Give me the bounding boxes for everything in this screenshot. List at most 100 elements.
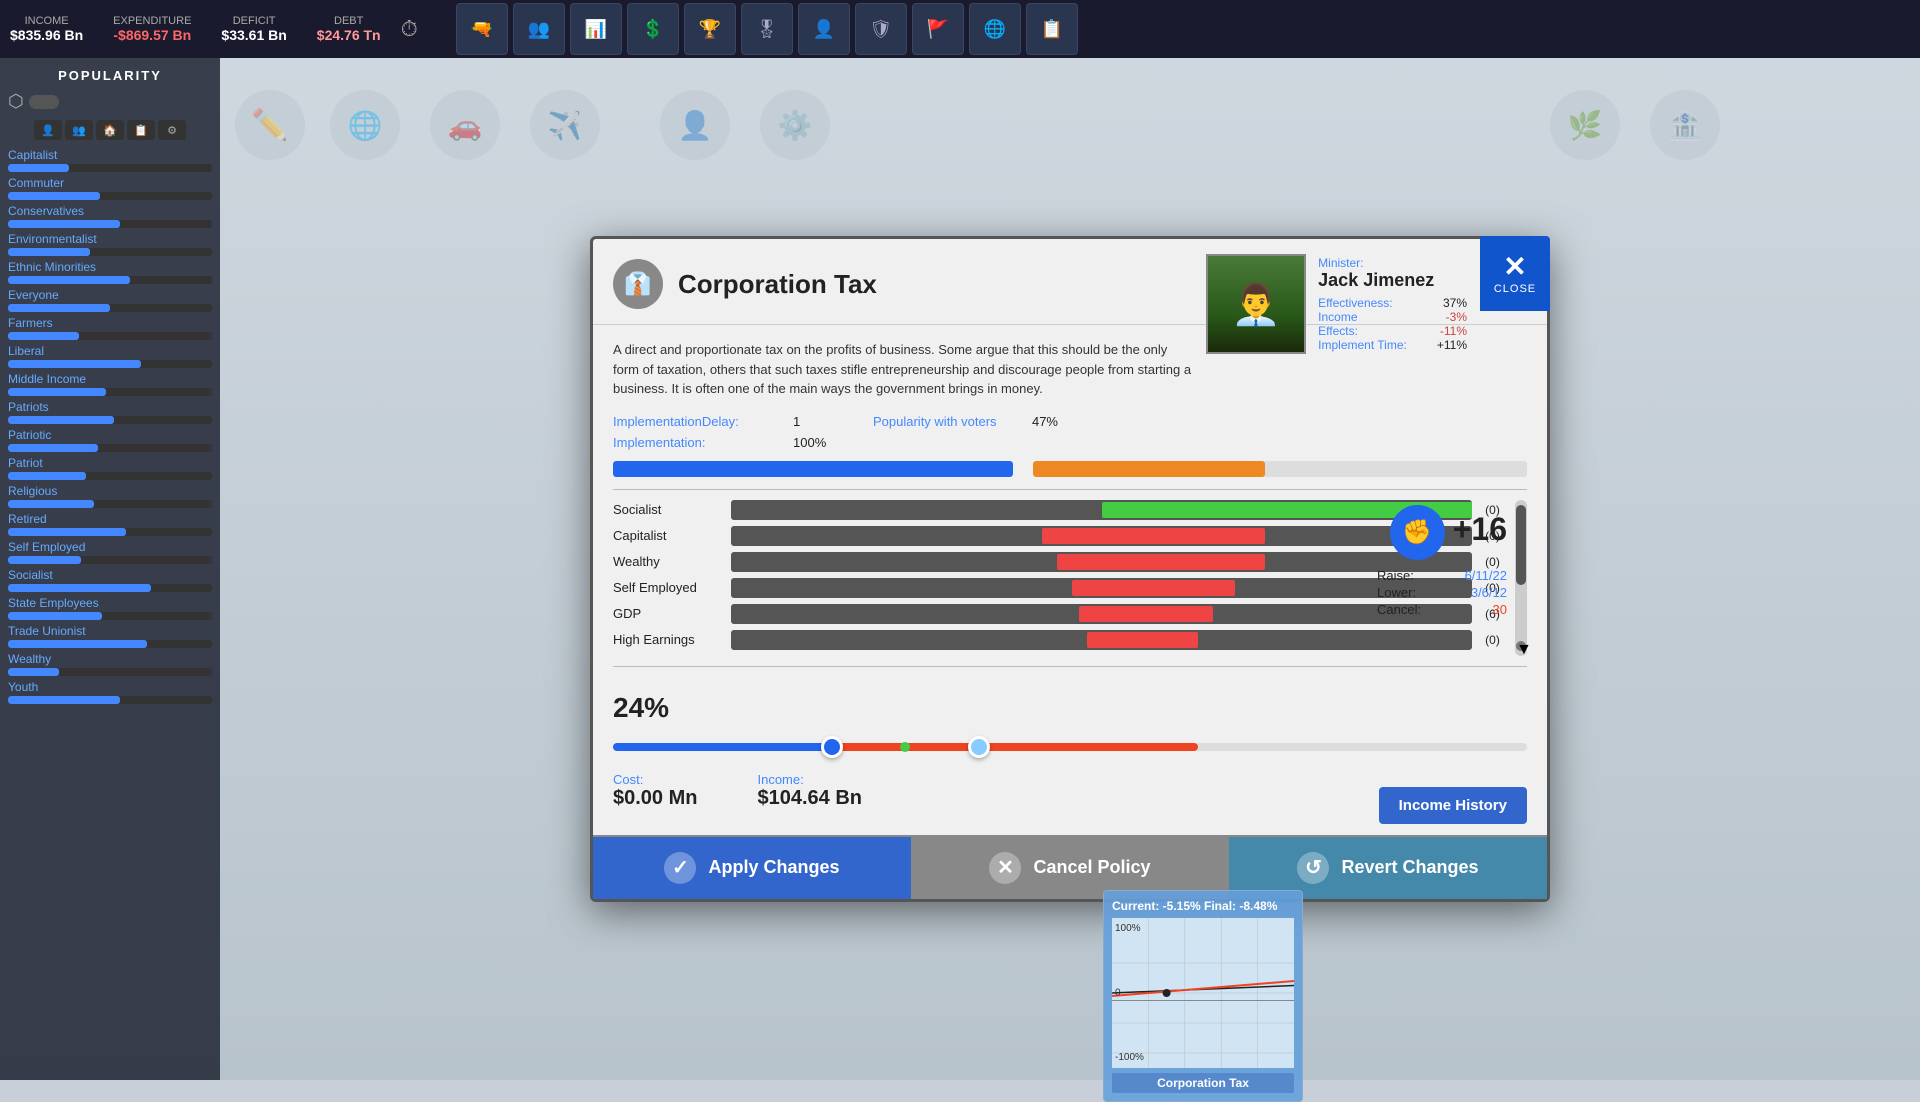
impl-delay-value: 1	[793, 414, 833, 429]
divider-2	[613, 666, 1527, 667]
sidebar-bar-fill	[8, 584, 151, 592]
sidebar-item[interactable]: Patriots	[8, 400, 212, 424]
sidebar-item[interactable]: Farmers	[8, 316, 212, 340]
sidebar: POPULARITY ⬡ 👤 👥 🏠 📋 ⚙ Capitalist Commut…	[0, 58, 220, 1080]
sidebar-toggle-row: ⬡	[8, 91, 212, 112]
nav-doc-icon[interactable]: 📋	[1026, 3, 1078, 55]
sidebar-item-label: Environmentalist	[8, 232, 212, 246]
sidebar-bar-fill	[8, 304, 110, 312]
sidebar-item[interactable]: Patriot	[8, 456, 212, 480]
deficit-stat: DEFICIT $33.61 Bn	[221, 15, 286, 43]
slider-handle-blue[interactable]	[821, 736, 843, 758]
raise-lower-panel: ✊ +16 Raise: 6/11/22 Lower: 3/6/12	[1377, 500, 1507, 619]
sidebar-item[interactable]: Socialist	[8, 568, 212, 592]
income-history-button[interactable]: Income History	[1379, 787, 1527, 824]
cost-value: $0.00 Mn	[613, 787, 697, 810]
voter-rows: Socialist (0) Capitalist (0) Wealthy (0)…	[613, 500, 1505, 650]
effectiveness-value: 37%	[1443, 296, 1467, 310]
modal-footer: ✓ Apply Changes ✕ Cancel Policy ↺ Revert…	[593, 835, 1547, 899]
income-item: Income: $104.64 Bn	[757, 772, 862, 810]
implement-time-value: +11%	[1437, 338, 1467, 352]
sidebar-item[interactable]: Wealthy	[8, 652, 212, 676]
voter-row: GDP (6)	[613, 604, 1505, 624]
sidebar-header-icon-4[interactable]: 📋	[127, 120, 155, 140]
sidebar-header-icon-5[interactable]: ⚙	[158, 120, 186, 140]
sidebar-item-label: Patriots	[8, 400, 212, 414]
apply-changes-button[interactable]: ✓ Apply Changes	[593, 837, 911, 899]
minister-impltime-row: Implement Time: +11%	[1318, 338, 1467, 352]
nav-trophy-icon[interactable]: 🏆	[684, 3, 736, 55]
voter-scrollbar[interactable]: ▼	[1515, 500, 1527, 656]
minister-income-row: Income -3%	[1318, 310, 1467, 324]
sidebar-header-icon-1[interactable]: 👤	[34, 120, 62, 140]
scrollbar-down[interactable]: ▼	[1516, 641, 1526, 651]
sidebar-item[interactable]: Patriotic	[8, 428, 212, 452]
minister-panel: 👨‍💼 Minister: Jack Jimenez Effectiveness…	[1206, 254, 1467, 354]
sidebar-item[interactable]: State Employees	[8, 596, 212, 620]
nav-dollar-icon[interactable]: 💲	[627, 3, 679, 55]
sidebar-item[interactable]: Everyone	[8, 288, 212, 312]
nav-user-icon[interactable]: 👤	[798, 3, 850, 55]
voter-row: High Earnings (0)	[613, 630, 1505, 650]
sidebar-bar-bg	[8, 556, 212, 564]
slider-percentage: 24%	[613, 692, 1527, 724]
sidebar-header-icon-3[interactable]: 🏠	[96, 120, 124, 140]
chart-tooltip: Current: -5.15% Final: -8.48%	[1103, 890, 1303, 1102]
sidebar-bar-fill	[8, 416, 114, 424]
sidebar-bar-fill	[8, 556, 81, 564]
nav-people-icon[interactable]: 👥	[513, 3, 565, 55]
sidebar-item[interactable]: Self Employed	[8, 540, 212, 564]
sidebar-bar-bg	[8, 640, 212, 648]
sidebar-header-icon-2[interactable]: 👥	[65, 120, 93, 140]
nav-medal-icon[interactable]: 🎖	[741, 3, 793, 55]
sidebar-item[interactable]: Ethnic Minorities	[8, 260, 212, 284]
sidebar-title: POPULARITY	[8, 68, 212, 83]
sidebar-item[interactable]: Youth	[8, 680, 212, 704]
sidebar-bar-bg	[8, 332, 212, 340]
sidebar-item[interactable]: Religious	[8, 484, 212, 508]
expenditure-stat: EXPENDITURE -$869.57 Bn	[113, 15, 191, 43]
voter-row: Self Employed (0)	[613, 578, 1505, 598]
revert-icon: ↺	[1297, 852, 1329, 884]
nav-flag-icon[interactable]: 🚩	[912, 3, 964, 55]
sidebar-item[interactable]: Commuter	[8, 176, 212, 200]
sidebar-item-label: Commuter	[8, 176, 212, 190]
sidebar-bar-fill	[8, 220, 120, 228]
sidebar-item[interactable]: Liberal	[8, 344, 212, 368]
cancel-label: Cancel:	[1377, 602, 1421, 617]
sidebar-item[interactable]: Capitalist	[8, 148, 212, 172]
sidebar-bar-bg	[8, 304, 212, 312]
scrollbar-thumb[interactable]	[1516, 505, 1526, 585]
sidebar-item-label: Farmers	[8, 316, 212, 330]
voter-name: Socialist	[613, 502, 723, 517]
policy-description: A direct and proportionate tax on the pr…	[613, 340, 1193, 399]
sidebar-item-label: Youth	[8, 680, 212, 694]
nav-chart-icon[interactable]: 📊	[570, 3, 622, 55]
effects-label: Effects:	[1318, 324, 1358, 338]
nav-globe-icon[interactable]: 🌐	[969, 3, 1021, 55]
sidebar-item[interactable]: Retired	[8, 512, 212, 536]
sidebar-item-label: Ethnic Minorities	[8, 260, 212, 274]
nav-shield-icon[interactable]: 🛡	[855, 3, 907, 55]
sidebar-bar-fill	[8, 640, 147, 648]
debt-value: $24.76 Tn	[317, 27, 381, 43]
sidebar-bar-bg	[8, 276, 212, 284]
implement-time-label: Implement Time:	[1318, 338, 1407, 352]
minister-effects-row: Effects: -11%	[1318, 324, 1467, 338]
policy-modal: ✕ CLOSE 👔 Corporation Tax 👨‍💼 Minister: …	[590, 236, 1550, 902]
sidebar-item[interactable]: Trade Unionist	[8, 624, 212, 648]
sidebar-item[interactable]: Environmentalist	[8, 232, 212, 256]
cost-label: Cost:	[613, 772, 697, 787]
income-label: Income:	[757, 772, 862, 787]
sidebar-toggle[interactable]	[29, 95, 59, 109]
modal-body: A direct and proportionate tax on the pr…	[593, 325, 1547, 835]
sidebar-item[interactable]: Middle Income	[8, 372, 212, 396]
minister-avatar-img: 👨‍💼	[1208, 256, 1304, 352]
impl-delay-label: ImplementationDelay:	[613, 414, 773, 429]
slider-handle-light[interactable]	[968, 736, 990, 758]
sidebar-item[interactable]: Conservatives	[8, 204, 212, 228]
nav-gun-icon[interactable]: 🔫	[456, 3, 508, 55]
sidebar-bar-bg	[8, 444, 212, 452]
apply-label: Apply Changes	[708, 857, 839, 878]
popularity-progress-bar	[1033, 461, 1527, 477]
